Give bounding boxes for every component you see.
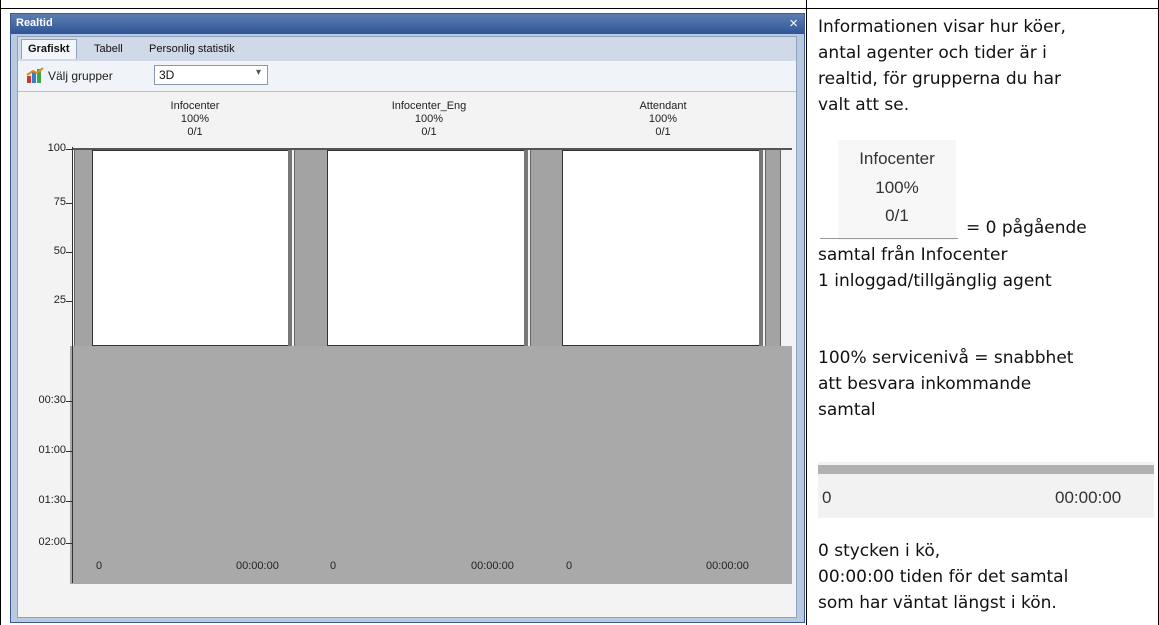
longest-wait-time: 00:00:00 [706,560,749,572]
service-level-bar [327,150,528,346]
y-tick [66,149,72,150]
y-tick-label: 02:00 [38,536,66,548]
bar-side [74,150,93,346]
bar-side [765,150,781,346]
group-header: Infocenter_Eng 100% 0/1 [349,100,509,139]
bar-side [294,150,328,346]
footer-line: 0 stycken i kö, [818,541,941,561]
queue-count: 0 [566,560,573,572]
chart-icon[interactable] [26,67,44,84]
choose-groups-button[interactable]: Välj grupper [48,69,113,83]
bar-shade [759,150,763,346]
toolbar: Välj grupper 3D ▾ [18,61,796,92]
group-service-level: 100% [414,113,444,125]
group-name: Attendant [639,100,687,112]
intro-line: antal agenter och tider är i [818,43,1047,63]
bar-shade [524,150,528,346]
group-name: Infocenter [170,100,220,112]
y-tick [66,252,72,253]
intro-line: Informationen visar hur köer, [818,17,1066,37]
y-tick-label: 50 [53,245,66,257]
group-service-level: 100% [648,113,678,125]
footer-line: 00:00:00 tiden för det samtal [818,567,1069,587]
view-mode-value: 3D [159,68,175,82]
group-calls-agents: 0/1 [187,126,203,138]
y-tick-label: 01:30 [38,494,66,506]
longest-wait-time: 00:00:00 [471,560,514,572]
y-tick [66,203,72,204]
queue-count: 0 [330,560,337,572]
intro-line: realtid, för grupperna du har [818,69,1062,89]
y-tick-label: 75 [53,196,66,208]
explanation-lines: samtal från Infocenter 1 inloggad/tillgä… [818,242,1052,294]
y-tick [66,543,72,544]
group-calls-agents: 0/1 [655,126,671,138]
service-line: 100% servicenivå = snabbhet [818,348,1074,368]
queue-time-panel [70,346,792,584]
example-service-level: 100% [875,178,919,197]
example-calls-agents: 0/1 [885,206,909,225]
equals-text: = 0 pågående [966,218,1087,238]
example-footer-bar [818,465,1154,474]
table-border [0,0,1,625]
example-queue-count: 0 [822,488,832,507]
example-group-name: Infocenter [859,149,935,168]
intro-text: Informationen visar hur köer, antal agen… [818,14,1066,118]
service-line: att besvara inkommande [818,374,1032,394]
service-level-bar [562,150,763,346]
intro-line: valt att se. [818,95,910,115]
group-header: Infocenter 100% 0/1 [115,100,275,139]
chevron-down-icon: ▾ [255,67,261,78]
tab-personlig-statistik[interactable]: Personlig statistik [143,40,241,59]
group-calls-agents: 0/1 [421,126,437,138]
chart-top-line [72,148,792,150]
explanation-line: samtal från Infocenter [818,245,1008,265]
group-header: Attendant 100% 0/1 [583,100,743,139]
service-level-bar [92,150,292,346]
chart-area: Infocenter 100% 0/1 Infocenter_Eng 100% … [18,92,796,617]
y-tick-label: 25 [53,294,66,306]
document-table: Realtid × Grafiskt Tabell Personlig stat… [0,0,1159,625]
view-mode-select[interactable]: 3D ▾ [154,65,268,85]
group-name: Infocenter_Eng [391,100,467,112]
table-border [0,8,1159,9]
queue-count: 0 [96,560,103,572]
y-tick [66,301,72,302]
y-tick-label: 00:30 [38,394,66,406]
tab-grafiskt[interactable]: Grafiskt [21,39,77,59]
close-icon[interactable]: × [789,15,798,32]
explanation-line: 1 inloggad/tillgänglig agent [818,271,1052,291]
longest-wait-time: 00:00:00 [236,560,279,572]
y-tick [66,401,72,402]
group-service-level: 100% [180,113,210,125]
y-tick-label: 01:00 [38,444,66,456]
footer-line: som har väntat längst i kön. [818,593,1057,613]
divider [820,238,958,239]
realtime-window: Realtid × Grafiskt Tabell Personlig stat… [10,13,805,623]
bar-side [530,150,563,346]
window-content: Grafiskt Tabell Personlig statistik Välj… [17,36,797,618]
tab-tabell[interactable]: Tabell [88,40,129,59]
y-tick [66,501,72,502]
bar-shade [288,150,292,346]
window-titlebar[interactable]: Realtid × [11,14,804,34]
y-tick-label: 100 [47,142,66,154]
service-level-text: 100% servicenivå = snabbhet att besvara … [818,345,1073,423]
footer-explanation: 0 stycken i kö, 00:00:00 tiden för det s… [818,538,1068,616]
window-title: Realtid [16,17,53,29]
example-longest-wait: 00:00:00 [1055,488,1122,507]
y-axis [72,147,73,583]
table-border [806,0,807,625]
y-tick [66,451,72,452]
service-line: samtal [818,400,876,420]
tab-bar: Grafiskt Tabell Personlig statistik [18,37,796,61]
